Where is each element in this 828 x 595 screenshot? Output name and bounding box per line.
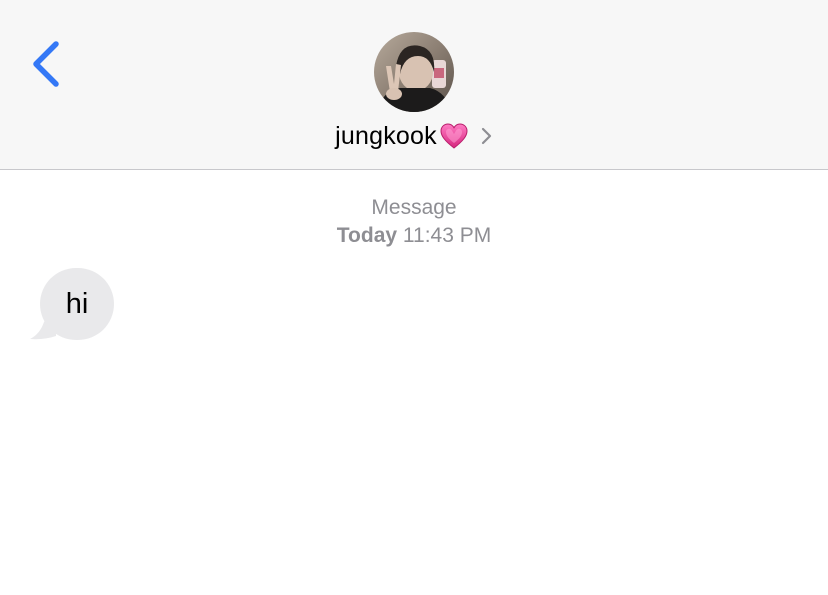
- chevron-left-icon: [33, 41, 59, 87]
- incoming-message[interactable]: hi: [30, 268, 120, 342]
- contact-name: jungkook: [335, 121, 437, 150]
- chevron-right-icon: [481, 126, 493, 146]
- service-label: Message: [371, 196, 457, 219]
- contact-photo: [374, 32, 454, 112]
- timestamp-day: Today: [336, 224, 398, 247]
- back-button[interactable]: [24, 36, 68, 92]
- message-text: hi: [65, 287, 89, 320]
- message-timestamp: Today 11:43 PM: [0, 224, 828, 248]
- message-bubble: hi: [40, 268, 114, 340]
- contact-name-button[interactable]: jungkook: [0, 118, 828, 154]
- conversation-header: jungkook: [0, 0, 828, 170]
- messages-screen: jungkook Message Today 11:43 PM hi: [0, 0, 828, 595]
- pink-heart-icon: [439, 121, 469, 151]
- timestamp-time: 11:43 PM: [402, 224, 492, 247]
- avatar[interactable]: [374, 32, 454, 112]
